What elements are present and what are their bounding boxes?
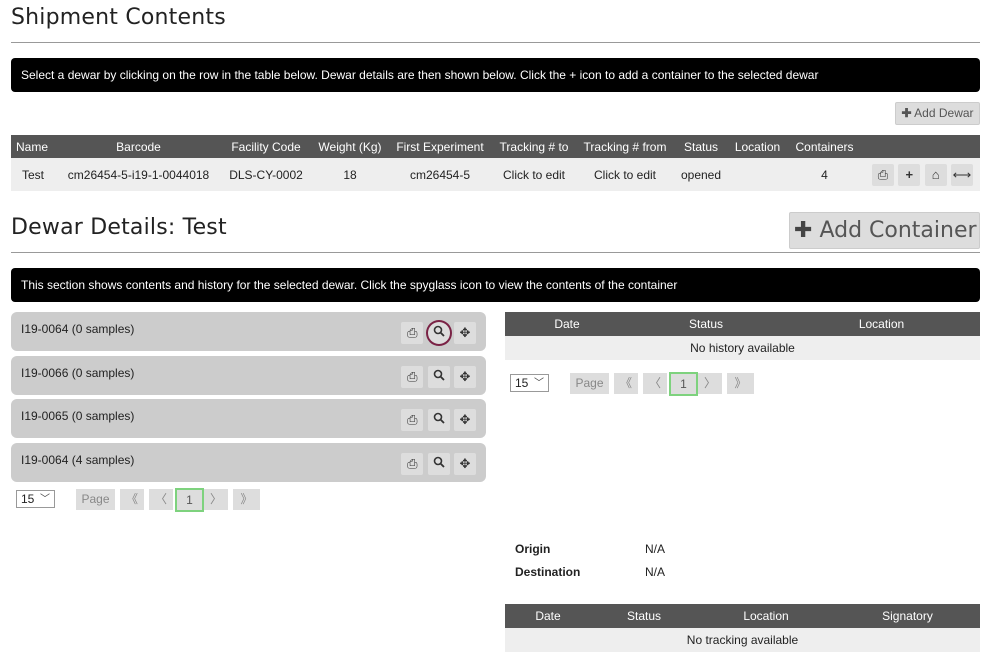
plus-icon: ✚ [901, 106, 912, 120]
dewar-details-title: Dewar Details: Test [11, 215, 227, 240]
col-tracking-to: Tracking # to [491, 135, 577, 158]
cell-facility-code: DLS-CY-0002 [221, 158, 311, 191]
col-first-experiment: First Experiment [389, 135, 491, 158]
list-item[interactable]: I19-0065 (0 samples) ⎙ ✥ [11, 399, 486, 438]
current-page[interactable]: 1 [175, 488, 204, 512]
search-icon[interactable] [427, 409, 450, 431]
page-title: Shipment Contents [11, 5, 226, 30]
col-signatory: Signatory [835, 604, 980, 628]
destination-value: N/A [645, 565, 666, 579]
container-label: I19-0064 (4 samples) [21, 453, 135, 467]
dewar-table: Name Barcode Facility Code Weight (Kg) F… [11, 135, 980, 191]
next-page-button[interactable]: 〉 [698, 373, 722, 394]
resize-icon[interactable]: ⟷ [951, 163, 973, 186]
tracking-empty: No tracking available [505, 628, 980, 652]
container-label: I19-0064 (0 samples) [21, 322, 135, 336]
col-status: Status [629, 312, 783, 336]
col-name: Name [11, 135, 56, 158]
add-dewar-label: Add Dewar [914, 106, 974, 120]
last-page-button[interactable]: 》 [727, 373, 754, 394]
col-location: Location [697, 604, 835, 628]
col-location: Location [783, 312, 980, 336]
row-actions: ⎙ + ⌂ ⟷ [863, 158, 980, 191]
current-page[interactable]: 1 [669, 372, 698, 396]
home-icon[interactable]: ⌂ [924, 163, 947, 186]
history-empty: No history available [505, 336, 980, 360]
per-page-select[interactable]: 15 ﹀ [16, 490, 55, 508]
per-page-value: 15 [21, 492, 35, 506]
tracking-table: Date Status Location Signatory No tracki… [505, 604, 980, 652]
per-page-value: 15 [515, 376, 529, 390]
chevron-down-icon: ﹀ [534, 378, 544, 389]
col-status: Status [591, 604, 697, 628]
page-label: Page [570, 373, 609, 394]
divider [11, 42, 980, 43]
table-row[interactable]: Test cm26454-5-i19-1-0044018 DLS-CY-0002… [11, 158, 980, 191]
tracking-from-edit[interactable]: Click to edit [577, 158, 673, 191]
first-page-button[interactable]: 《 [614, 373, 638, 394]
cell-containers: 4 [786, 158, 863, 191]
cell-status: opened [673, 158, 729, 191]
container-label: I19-0066 (0 samples) [21, 366, 135, 380]
next-page-button[interactable]: 〉 [204, 489, 228, 510]
print-icon[interactable]: ⎙ [401, 453, 424, 475]
prev-page-button[interactable]: 〈 [643, 373, 667, 394]
plus-icon[interactable]: + [898, 163, 921, 186]
destination-label: Destination [515, 565, 581, 579]
page-label: Page [76, 489, 115, 510]
per-page-select[interactable]: 15 ﹀ [510, 374, 549, 392]
col-status: Status [673, 135, 729, 158]
add-container-label: Add Container [819, 218, 977, 243]
add-container-button[interactable]: ✚ Add Container [789, 212, 980, 249]
search-icon[interactable] [427, 366, 450, 388]
last-page-button[interactable]: 》 [233, 489, 260, 510]
col-date: Date [505, 604, 591, 628]
col-tracking-from: Tracking # from [577, 135, 673, 158]
origin-label: Origin [515, 542, 551, 556]
list-item[interactable]: I19-0066 (0 samples) ⎙ ✥ [11, 356, 486, 395]
containers-pager: 15 ﹀ Page 《 〈 1 〉 》 [16, 488, 276, 512]
tracking-to-edit[interactable]: Click to edit [491, 158, 577, 191]
origin-value: N/A [645, 542, 666, 556]
cell-location [729, 158, 786, 191]
cell-first-experiment: cm26454-5 [389, 158, 491, 191]
search-icon[interactable] [427, 453, 450, 475]
chevron-down-icon: ﹀ [40, 494, 50, 505]
list-item[interactable]: I19-0064 (0 samples) ⎙ ✥ [11, 312, 486, 351]
history-table: Date Status Location No history availabl… [505, 312, 980, 360]
print-icon[interactable]: ⎙ [401, 322, 424, 344]
shipment-info-banner: Select a dewar by clicking on the row in… [11, 58, 980, 92]
col-weight: Weight (Kg) [311, 135, 389, 158]
prev-page-button[interactable]: 〈 [149, 489, 173, 510]
search-icon[interactable] [427, 322, 450, 344]
cell-weight: 18 [311, 158, 389, 191]
cell-name: Test [11, 158, 56, 191]
dewar-info-banner: This section shows contents and history … [11, 268, 980, 302]
history-pager: 15 ﹀ Page 《 〈 1 〉 》 [510, 372, 770, 396]
cell-barcode: cm26454-5-i19-1-0044018 [56, 158, 221, 191]
col-barcode: Barcode [56, 135, 221, 158]
col-location: Location [729, 135, 786, 158]
col-containers: Containers [786, 135, 863, 158]
divider [11, 252, 980, 253]
move-icon[interactable]: ✥ [454, 409, 476, 431]
move-icon[interactable]: ✥ [454, 453, 476, 475]
print-icon[interactable]: ⎙ [401, 366, 424, 388]
first-page-button[interactable]: 《 [120, 489, 144, 510]
container-label: I19-0065 (0 samples) [21, 409, 135, 423]
list-item[interactable]: I19-0064 (4 samples) ⎙ ✥ [11, 443, 486, 482]
col-date: Date [505, 312, 629, 336]
print-icon[interactable]: ⎙ [871, 163, 894, 186]
move-icon[interactable]: ✥ [454, 366, 476, 388]
print-icon[interactable]: ⎙ [401, 409, 424, 431]
plus-icon: ✚ [794, 218, 813, 243]
add-dewar-button[interactable]: ✚ Add Dewar [895, 102, 980, 125]
move-icon[interactable]: ✥ [454, 322, 476, 344]
col-actions [863, 135, 980, 158]
col-facility-code: Facility Code [221, 135, 311, 158]
